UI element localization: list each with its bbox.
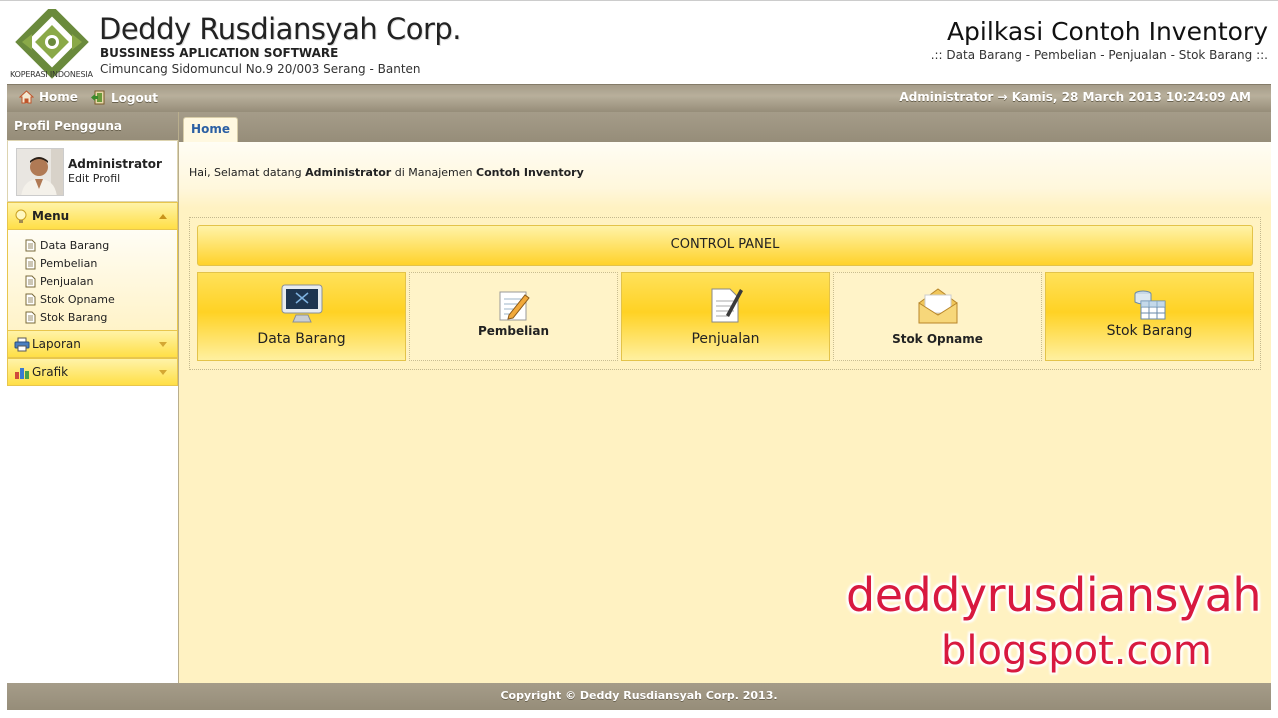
- welcome-message: Hai, Selamat datang Administrator di Man…: [189, 166, 584, 179]
- grafik-accordion-header[interactable]: Grafik: [7, 358, 178, 386]
- menu-list: Data Barang Pembelian Penjualan Stok Opn…: [7, 230, 178, 330]
- welcome-app: Contoh Inventory: [476, 166, 584, 179]
- profile-card: Administrator Edit Profil: [7, 140, 178, 202]
- watermark-line1: deddyrusdiansyah: [846, 568, 1262, 622]
- collapse-arrow-icon: [159, 214, 167, 219]
- avatar: [16, 148, 64, 196]
- tile-data-barang[interactable]: Data Barang: [197, 272, 406, 361]
- tab-home[interactable]: Home: [183, 117, 238, 143]
- nav-logout-label: Logout: [111, 90, 159, 105]
- menu-item-penjualan[interactable]: Penjualan: [25, 272, 177, 290]
- menu-item-label: Data Barang: [40, 238, 110, 252]
- tile-label: Stok Opname: [892, 332, 983, 346]
- welcome-middle: di Manajemen: [394, 166, 473, 179]
- company-address: Cimuncang Sidomuncul No.9 20/003 Serang …: [100, 62, 421, 76]
- tile-label: Penjualan: [691, 331, 760, 347]
- menu-item-pembelian[interactable]: Pembelian: [25, 254, 177, 272]
- sidebar: Profil Pengguna Administrator Edit Profi…: [7, 112, 178, 386]
- welcome-prefix: Hai, Selamat datang: [189, 166, 302, 179]
- document-icon: [25, 311, 36, 323]
- menu-item-label: Pembelian: [40, 256, 98, 270]
- envelope-icon: [918, 288, 957, 324]
- nav-home-link[interactable]: Home: [19, 90, 78, 104]
- control-panel: CONTROL PANEL Data Barang Pembelian Penj…: [189, 217, 1261, 370]
- tile-pembelian[interactable]: Pembelian: [409, 272, 618, 361]
- menu-item-label: Stok Barang: [40, 310, 108, 324]
- nav-home-label: Home: [39, 90, 78, 104]
- tile-label: Stok Barang: [1106, 323, 1193, 339]
- lightbulb-icon: [15, 209, 27, 223]
- laporan-accordion-label: Laporan: [32, 337, 81, 351]
- laporan-accordion-header[interactable]: Laporan: [7, 330, 178, 358]
- app-title: Apilkasi Contoh Inventory: [946, 17, 1268, 46]
- home-icon: [19, 90, 34, 104]
- menu-item-stok-opname[interactable]: Stok Opname: [25, 290, 177, 308]
- menu-item-label: Stok Opname: [40, 292, 115, 306]
- document-icon: [25, 257, 36, 269]
- printer-icon: [14, 337, 30, 352]
- grafik-accordion-label: Grafik: [32, 365, 69, 379]
- tile-penjualan[interactable]: Penjualan: [621, 272, 830, 361]
- user-datetime-status: Administrator → Kamis, 28 March 2013 10:…: [899, 90, 1251, 104]
- document-icon: [25, 239, 36, 251]
- monitor-icon: [281, 284, 322, 323]
- expand-arrow-icon: [159, 342, 167, 347]
- tab-bar: Home: [179, 112, 1271, 143]
- profile-user-name: Administrator: [68, 157, 162, 171]
- header: KOPERASI INDONESIA Deddy Rusdiansyah Cor…: [0, 0, 1278, 84]
- company-tagline: BUSSINESS APLICATION SOFTWARE: [100, 46, 339, 60]
- logout-icon: [91, 90, 105, 105]
- tile-stok-barang[interactable]: Stok Barang: [1045, 272, 1254, 361]
- menu-item-data-barang[interactable]: Data Barang: [25, 236, 177, 254]
- app-window: KOPERASI INDONESIA Deddy Rusdiansyah Cor…: [0, 0, 1278, 718]
- menu-accordion-header[interactable]: Menu: [7, 202, 178, 230]
- tile-label: Pembelian: [477, 324, 550, 338]
- app-subtitle: .:: Data Barang - Pembelian - Penjualan …: [930, 48, 1268, 62]
- tile-stok-opname[interactable]: Stok Opname: [833, 272, 1042, 361]
- company-name: Deddy Rusdiansyah Corp.: [99, 12, 462, 46]
- database-table-icon: [1134, 290, 1165, 320]
- user-photo-icon: [17, 149, 63, 195]
- edit-profile-link[interactable]: Edit Profil: [68, 172, 120, 185]
- document-icon: [25, 275, 36, 287]
- nav-logout-link[interactable]: Logout: [90, 90, 158, 105]
- pencil-note-icon: [499, 291, 530, 321]
- menu-item-stok-barang[interactable]: Stok Barang: [25, 308, 177, 326]
- document-icon: [25, 293, 36, 305]
- document-pen-icon: [711, 288, 743, 323]
- tile-label: Data Barang: [257, 331, 346, 347]
- menu-accordion-label: Menu: [32, 209, 70, 223]
- expand-arrow-icon: [159, 370, 167, 375]
- top-navbar: Home Logout Administrator → Kamis, 28 Ma…: [7, 84, 1271, 112]
- bar-chart-icon: [15, 368, 29, 379]
- watermark-line2: blogspot.com: [941, 628, 1212, 674]
- welcome-user: Administrator: [305, 166, 392, 179]
- profile-heading: Profil Pengguna: [7, 112, 178, 140]
- logo-caption: KOPERASI INDONESIA: [10, 70, 93, 79]
- footer-copyright: Copyright © Deddy Rusdiansyah Corp. 2013…: [7, 683, 1271, 710]
- control-panel-title: CONTROL PANEL: [197, 225, 1253, 266]
- menu-item-label: Penjualan: [40, 274, 94, 288]
